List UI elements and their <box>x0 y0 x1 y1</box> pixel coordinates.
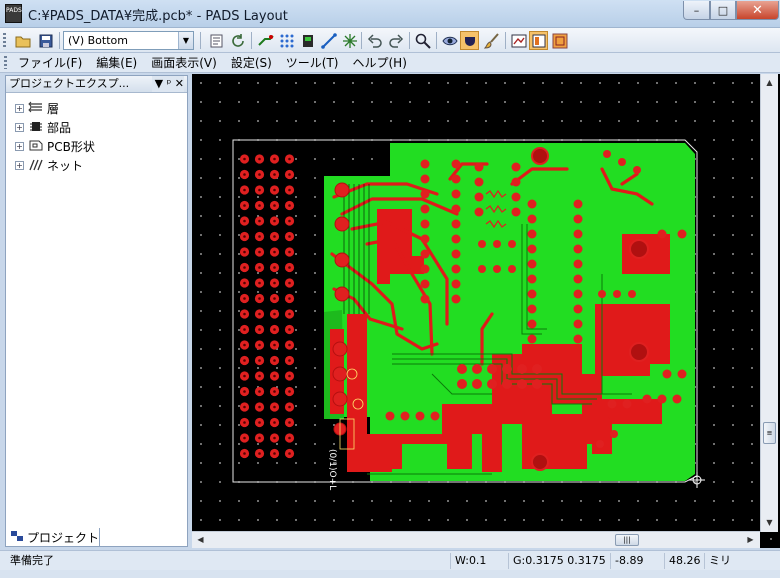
project-explorer-panel: プロジェクトエクスプ... ▼ ᵖ ✕ + 層 + 部品 + PCB形状 + ネ… <box>5 75 188 547</box>
toolbar-separator <box>505 32 506 49</box>
route-icon[interactable] <box>256 31 275 50</box>
pcb-silkscreen-label: (0/1)O+L <box>327 449 337 490</box>
toolbar-separator <box>361 32 362 49</box>
redo-icon[interactable] <box>386 31 405 50</box>
brush-icon[interactable] <box>482 31 501 50</box>
status-text: 準備完了 <box>10 554 54 567</box>
toolbar-separator <box>200 32 201 49</box>
status-coord-x: -8.89 <box>610 553 662 569</box>
tree-item-label: 層 <box>47 102 60 116</box>
view-icon[interactable] <box>440 31 459 50</box>
horizontal-scrollbar[interactable]: ◀ ||| ▶ <box>192 531 760 548</box>
menu-view[interactable]: 画面表示(V) <box>144 54 224 71</box>
highlight-icon[interactable] <box>460 31 479 50</box>
menu-help[interactable]: ヘルプ(H) <box>346 54 414 71</box>
component-icon[interactable] <box>298 31 317 50</box>
pcb-drawing[interactable]: (0/1)O+L <box>192 74 780 548</box>
menu-setup[interactable]: 設定(S) <box>224 54 279 71</box>
menu-bar: ファイル(F) 編集(E) 画面表示(V) 設定(S) ツール(T) ヘルプ(H… <box>0 53 780 73</box>
window-title: C:¥PADS_DATA¥完成.pcb* - PADS Layout <box>28 9 288 24</box>
window-bottom-border <box>0 570 780 578</box>
menu-file[interactable]: ファイル(F) <box>11 54 89 71</box>
expand-icon[interactable]: + <box>15 123 24 132</box>
expand-icon[interactable]: + <box>15 142 24 151</box>
tree-item-label: 部品 <box>47 121 72 135</box>
layout-icon[interactable] <box>529 31 548 50</box>
board-outline-icon <box>27 139 44 155</box>
toolbar-separator <box>409 32 410 49</box>
status-coord-y: 48.26 <box>664 553 704 569</box>
maximize-button[interactable]: □ <box>710 1 736 20</box>
close-button[interactable]: ✕ <box>736 1 779 20</box>
minimize-button[interactable]: – <box>683 1 710 20</box>
horizontal-scroll-thumb[interactable]: ||| <box>615 534 639 546</box>
settings-icon[interactable] <box>550 31 569 50</box>
redraw-icon[interactable] <box>509 31 528 50</box>
menu-tools[interactable]: ツール(T) <box>279 54 346 71</box>
zoom-icon[interactable] <box>413 31 432 50</box>
app-logo-icon: PADS <box>5 4 22 23</box>
component-icon <box>27 120 44 136</box>
toolbar-separator <box>251 32 252 49</box>
chevron-down-icon[interactable]: ▼ <box>178 32 193 49</box>
tree-item-label: ネット <box>47 159 84 173</box>
properties-icon[interactable] <box>207 31 226 50</box>
expand-icon[interactable]: + <box>15 161 24 170</box>
status-width: W:0.1 <box>450 553 506 569</box>
project-tab-icon <box>10 530 24 545</box>
vertical-scrollbar[interactable]: ▲ ≡ ▼ <box>760 74 778 532</box>
layers-icon <box>27 101 44 116</box>
panel-close-icon[interactable]: ✕ <box>175 77 184 90</box>
toolbar-grip[interactable] <box>3 33 6 48</box>
layer-selector-value: (V) Bottom <box>68 34 128 47</box>
scroll-left-icon[interactable]: ◀ <box>192 532 209 548</box>
refresh-icon[interactable] <box>228 31 247 50</box>
save-icon[interactable] <box>36 31 55 50</box>
tab-project[interactable]: プロジェクト <box>5 528 100 547</box>
pcb-canvas[interactable]: (0/1)O+L <box>192 74 780 548</box>
project-explorer-header: プロジェクトエクスプ... ▼ ᵖ ✕ <box>6 76 187 93</box>
tree-item-parts[interactable]: + 部品 <box>6 118 187 137</box>
toolbar-separator <box>436 32 437 49</box>
tree-item-label: PCB形状 <box>47 140 95 154</box>
open-folder-icon[interactable] <box>13 31 32 50</box>
expand-icon[interactable]: + <box>15 104 24 113</box>
diagonal-route-icon[interactable] <box>319 31 338 50</box>
menu-edit[interactable]: 編集(E) <box>89 54 144 71</box>
toolbar: (V) Bottom ▼ <box>0 28 780 53</box>
title-bar: PADS C:¥PADS_DATA¥完成.pcb* - PADS Layout … <box>0 0 780 28</box>
panel-menu-icon[interactable]: ▼ <box>155 77 163 90</box>
autoroute-icon[interactable] <box>277 31 296 50</box>
vertical-scroll-thumb[interactable]: ≡ <box>763 422 776 444</box>
undo-icon[interactable] <box>365 31 384 50</box>
nets-icon <box>27 158 44 174</box>
project-tree: + 層 + 部品 + PCB形状 + ネット <box>6 93 187 175</box>
scroll-right-icon[interactable]: ▶ <box>742 532 759 548</box>
scroll-up-icon[interactable]: ▲ <box>761 74 778 91</box>
pin-icon[interactable]: ᵖ <box>167 77 172 90</box>
status-grid: G:0.3175 0.3175 <box>508 553 608 569</box>
status-units: ミリ <box>704 553 774 569</box>
tab-project-label: プロジェクト <box>27 530 100 545</box>
project-explorer-title: プロジェクトエクスプ... <box>9 77 130 90</box>
design-rule-icon[interactable] <box>340 31 359 50</box>
tree-item-nets[interactable]: + ネット <box>6 156 187 175</box>
tree-item-board-outline[interactable]: + PCB形状 <box>6 137 187 156</box>
tree-item-layers[interactable]: + 層 <box>6 99 187 118</box>
menu-grip <box>4 56 7 69</box>
toolbar-separator <box>59 32 60 49</box>
scroll-down-icon[interactable]: ▼ <box>761 514 778 531</box>
status-bar: 準備完了 W:0.1 G:0.3175 0.3175 -8.89 48.26 ミ… <box>0 550 780 570</box>
layer-selector[interactable]: (V) Bottom ▼ <box>63 31 194 50</box>
